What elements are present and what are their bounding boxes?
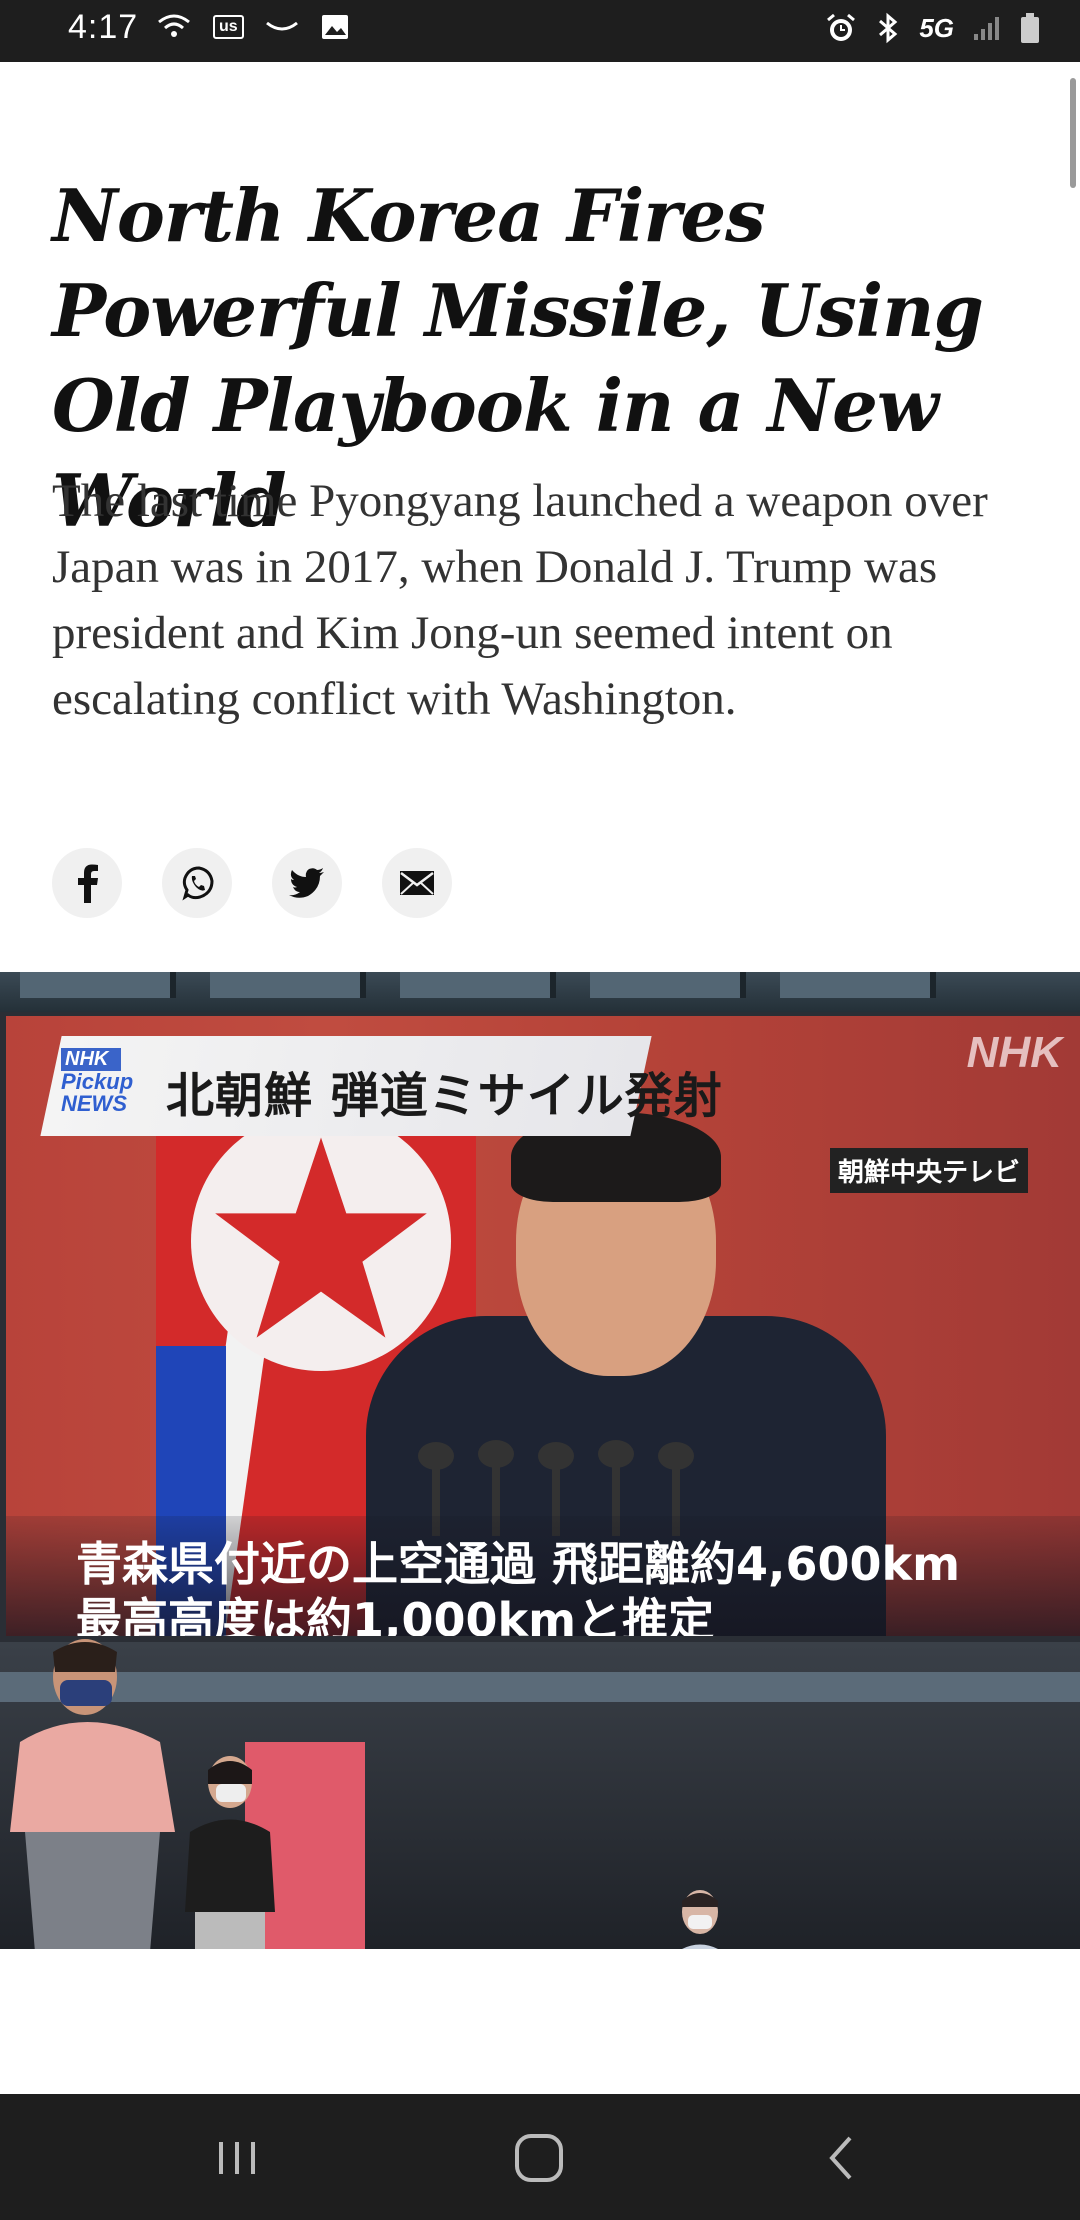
system-nav-bar <box>0 2094 1080 2220</box>
status-right-icons: 5G <box>825 12 1040 44</box>
status-time: 4:17 <box>68 8 139 46</box>
share-email-button[interactable] <box>382 848 452 918</box>
back-button[interactable] <box>812 2128 872 2188</box>
share-whatsapp-button[interactable] <box>162 848 232 918</box>
share-twitter-button[interactable] <box>272 848 342 918</box>
signal-icon <box>974 17 999 40</box>
twitter-icon <box>289 868 324 898</box>
network-type: 5G <box>919 12 954 43</box>
banner-title: 北朝鮮 弾道ミサイル発射 <box>166 1068 723 1124</box>
scrollbar[interactable] <box>1070 78 1076 188</box>
article-photo[interactable]: NHK Pickup NEWS 北朝鮮 弾道ミサイル発射 NHK 朝鮮中央テレビ… <box>0 972 1080 1949</box>
nhk-logo: NHK <box>966 1028 1062 1077</box>
home-icon <box>515 2134 563 2182</box>
recent-apps-button[interactable] <box>207 2128 267 2188</box>
building-window <box>210 972 366 998</box>
bluetooth-icon <box>879 12 898 44</box>
building-window <box>400 972 556 998</box>
share-row <box>52 848 452 918</box>
star-icon <box>215 1137 427 1338</box>
badge-line: Pickup <box>61 1069 134 1094</box>
pedestrian <box>682 1890 718 1949</box>
email-icon <box>400 871 434 895</box>
building-window <box>780 972 936 998</box>
building-window <box>590 972 746 998</box>
badge-line: NHK <box>61 1048 121 1071</box>
article-summary: The last time Pyongyang launched a weapo… <box>52 475 988 725</box>
source-tag: 朝鮮中央テレビ <box>829 1148 1028 1193</box>
tv-screen: NHK Pickup NEWS 北朝鮮 弾道ミサイル発射 NHK 朝鮮中央テレビ… <box>6 1016 1080 1636</box>
amazon-icon <box>265 21 298 31</box>
carrier-badge: us <box>213 15 244 39</box>
status-left-icons: us <box>155 12 350 42</box>
battery-icon <box>1021 13 1039 43</box>
wifi-calling-icon <box>158 14 190 37</box>
caption-line: 最高高度は約1,000kmと推定 <box>76 1593 715 1636</box>
nhk-pickup-badge: NHK Pickup NEWS <box>61 1048 133 1115</box>
alarm-icon <box>827 13 856 41</box>
status-bar: 4:17 us 5G <box>0 0 1080 62</box>
back-icon <box>829 2136 852 2180</box>
recent-apps-icon <box>219 2142 255 2174</box>
gallery-icon <box>321 15 348 39</box>
building-window <box>20 972 176 998</box>
facebook-icon <box>78 864 98 903</box>
share-facebook-button[interactable] <box>52 848 122 918</box>
pedestrian <box>185 1756 275 1949</box>
home-button[interactable] <box>509 2128 569 2188</box>
badge-line: NEWS <box>61 1091 127 1116</box>
whatsapp-icon <box>182 866 214 901</box>
